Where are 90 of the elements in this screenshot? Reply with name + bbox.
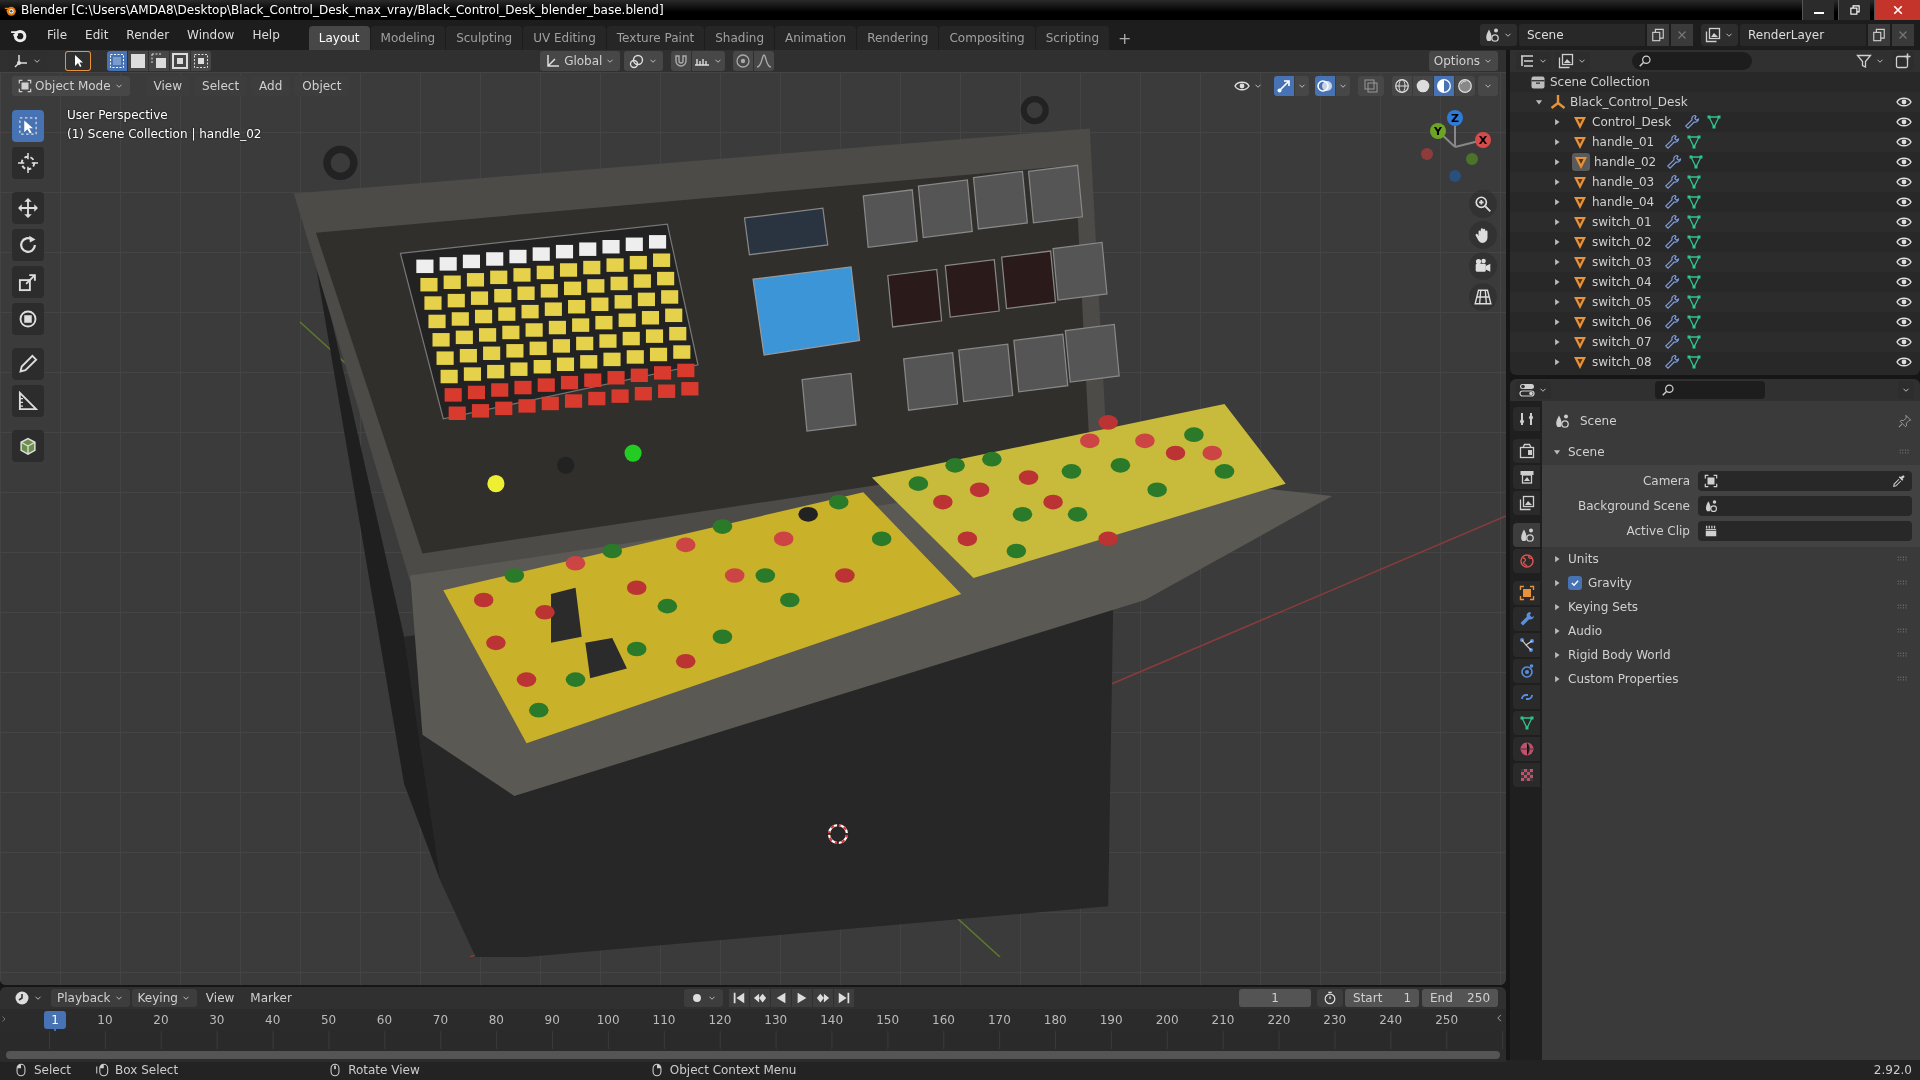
options-dropdown[interactable]: Options	[1428, 51, 1498, 71]
tree-item[interactable]: switch_03	[1592, 255, 1664, 269]
frame-number: 80	[488, 1013, 504, 1027]
menu-item[interactable]: Help	[243, 25, 289, 45]
frame-number: 200	[1155, 1013, 1179, 1027]
workspace-tab[interactable]: UV Editing	[523, 26, 606, 50]
panel-header[interactable]: Gravity	[1588, 576, 1632, 590]
frame-number: 180	[1043, 1013, 1067, 1027]
frame-number: 40	[265, 1013, 281, 1027]
viewport-info-text: User Perspective	[67, 108, 169, 122]
status-hint: Box Select	[115, 1063, 179, 1077]
menu-item[interactable]: Window	[178, 25, 244, 45]
tree-item[interactable]: switch_01	[1592, 215, 1664, 229]
tree-item[interactable]: handle_02	[1594, 155, 1666, 169]
view-layer-name-field[interactable]: RenderLayer	[1740, 24, 1866, 46]
timeline-menu[interactable]: Marker	[243, 989, 299, 1007]
current-frame-field[interactable]: 1	[1239, 989, 1311, 1007]
frame-number: 230	[1323, 1013, 1347, 1027]
workspace-tab[interactable]: Texture Paint	[606, 26, 705, 50]
status-hint: Select	[34, 1063, 72, 1077]
playhead[interactable]: 1	[44, 1011, 66, 1029]
menu-item[interactable]: Render	[117, 25, 179, 45]
tree-item[interactable]: switch_02	[1592, 235, 1664, 249]
frame-number: 160	[932, 1013, 955, 1027]
end-frame-field[interactable]: End 250	[1422, 989, 1498, 1007]
frame-number: 90	[544, 1013, 560, 1027]
frame-number: 10	[97, 1013, 113, 1027]
tree-item[interactable]: handle_03	[1592, 175, 1664, 189]
frame-number: 240	[1379, 1013, 1403, 1027]
panel-header[interactable]: Units	[1568, 552, 1599, 566]
axis-label: X	[1478, 134, 1488, 147]
scene-name-field[interactable]: Scene	[1519, 24, 1645, 46]
frame-number: 100	[596, 1013, 620, 1027]
frame-number: 250	[1435, 1013, 1459, 1027]
workspace-tab[interactable]: Rendering	[857, 26, 939, 50]
axis-label: Y	[1434, 125, 1442, 138]
tree-item[interactable]: Scene Collection	[1550, 75, 1650, 89]
frame-number: 20	[153, 1013, 169, 1027]
workspace-tab[interactable]: Animation	[775, 26, 857, 50]
axis-label: Z	[1451, 112, 1459, 125]
add-workspace-button[interactable]: +	[1110, 26, 1140, 50]
viewport-info-text: (1) Scene Collection | handle_02	[67, 127, 262, 141]
workspace-tab[interactable]: Sculpting	[446, 26, 523, 50]
version-label: 2.92.0	[1873, 1063, 1912, 1077]
workspace-tab[interactable]: Scripting	[1035, 26, 1110, 50]
frame-number: 30	[209, 1013, 225, 1027]
workspace-tab[interactable]: Layout	[308, 26, 370, 50]
workspace-tab[interactable]: Shading	[705, 26, 774, 50]
frame-number: 220	[1267, 1013, 1291, 1027]
tree-item[interactable]: switch_06	[1592, 315, 1664, 329]
window-title: Blender [C:\Users\AMDA8\Desktop\Black_Control_Desk_max_vray/Black_Control_Desk_blender_base.blend]	[21, 3, 664, 17]
panel-header[interactable]: Scene	[1568, 445, 1605, 459]
frame-number: 150	[876, 1013, 900, 1027]
mode-dropdown[interactable]: Object Mode	[12, 76, 130, 96]
timeline-menu[interactable]: View	[198, 989, 242, 1007]
tree-item[interactable]: switch_05	[1592, 295, 1664, 309]
field-label: Camera	[1641, 474, 1690, 488]
frame-number: 210	[1211, 1013, 1235, 1027]
orientation-dropdown[interactable]: Global	[540, 51, 621, 71]
frame-number: 190	[1099, 1013, 1123, 1027]
field-label: Background Scene	[1577, 499, 1690, 513]
frame-number: 130	[764, 1013, 788, 1027]
field-label: Active Clip	[1625, 524, 1690, 538]
frame-number: 110	[652, 1013, 676, 1027]
frame-number: 50	[320, 1013, 337, 1027]
tree-item[interactable]: switch_08	[1592, 355, 1664, 369]
frame-number: 140	[820, 1013, 844, 1027]
context-title: Scene	[1580, 414, 1617, 428]
panel-header[interactable]: Rigid Body World	[1568, 648, 1671, 662]
status-hint: Rotate View	[348, 1063, 420, 1077]
menu-item[interactable]: File	[38, 25, 77, 45]
frame-number: 120	[708, 1013, 732, 1027]
timeline-menu[interactable]: Keying	[131, 989, 197, 1007]
tree-item[interactable]: Control_Desk	[1592, 115, 1684, 129]
workspace-tab[interactable]: Modeling	[370, 26, 446, 50]
start-frame-field[interactable]: Start 1	[1345, 989, 1419, 1007]
panel-header[interactable]: Audio	[1568, 624, 1603, 638]
status-hint: Object Context Menu	[669, 1063, 797, 1077]
frame-number: 60	[376, 1013, 393, 1027]
tree-item[interactable]: switch_07	[1592, 335, 1664, 349]
menu-item[interactable]: Edit	[76, 25, 118, 45]
tree-item[interactable]: handle_04	[1592, 195, 1664, 209]
tree-item[interactable]: switch_04	[1592, 275, 1664, 289]
workspace-tab[interactable]: Compositing	[939, 26, 1035, 50]
panel-header[interactable]: Keying Sets	[1568, 600, 1639, 614]
tree-item[interactable]: handle_01	[1592, 135, 1664, 149]
panel-header[interactable]: Custom Properties	[1568, 672, 1679, 686]
timeline-menu[interactable]: Playback	[51, 989, 130, 1007]
frame-number: 70	[432, 1013, 449, 1027]
frame-number: 170	[987, 1013, 1011, 1027]
